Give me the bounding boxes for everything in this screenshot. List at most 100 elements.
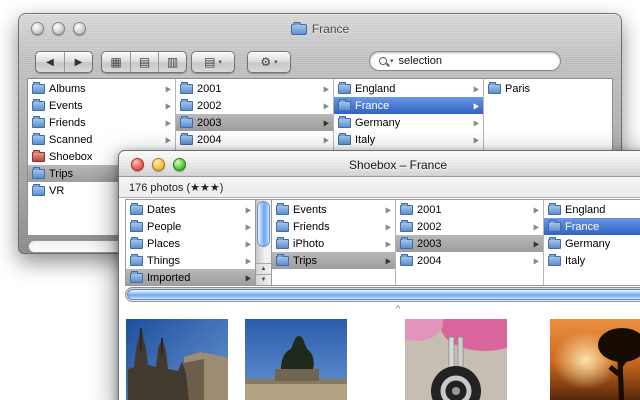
column-item-2001[interactable]: 2001 ▶ xyxy=(396,201,543,218)
column-item-events[interactable]: Events ▶ xyxy=(272,201,395,218)
folder-icon xyxy=(548,253,561,266)
finder-titlebar[interactable]: France xyxy=(19,14,621,44)
scroll-down-button[interactable]: ▼ xyxy=(256,274,271,285)
photo-thumbnail-statue[interactable] xyxy=(245,319,347,400)
column-item-dates[interactable]: Dates ▶ xyxy=(126,201,255,218)
minimize-button[interactable] xyxy=(152,158,165,171)
search-menu-arrow-icon[interactable]: ▾ xyxy=(390,57,394,65)
vertical-scrollbar[interactable]: ▲ ▼ xyxy=(255,200,272,285)
item-label: Friends xyxy=(293,220,330,233)
item-label: Dates xyxy=(147,203,176,216)
photo-count-text: 176 photos (★★★) xyxy=(129,181,224,194)
folder-icon xyxy=(32,183,45,196)
folder-icon xyxy=(180,81,193,94)
column-item-albums[interactable]: Albums ▶ xyxy=(28,80,175,97)
column-item-scanned[interactable]: Scanned ▶ xyxy=(28,131,175,148)
view-options-button[interactable]: ▤ ▾ xyxy=(192,52,234,72)
minimize-button[interactable] xyxy=(52,22,65,35)
column-item-italy[interactable]: Italy▶ xyxy=(334,131,483,148)
column-item-events[interactable]: Events ▶ xyxy=(28,97,175,114)
splitter-caret-icon: ^ xyxy=(395,305,401,314)
shoebox-titlebar[interactable]: Shoebox – France xyxy=(119,151,640,177)
disclosure-arrow-icon: ▶ xyxy=(165,119,171,128)
disclosure-arrow-icon: ▶ xyxy=(323,119,329,128)
folder-icon xyxy=(548,202,561,215)
back-button[interactable]: ◀ xyxy=(36,52,64,72)
pane-splitter[interactable]: ^ xyxy=(119,303,640,317)
column-view-button[interactable]: ▥ xyxy=(158,52,186,72)
browser-column-4: England▶France▶Germany▶Italy▶ xyxy=(544,200,640,285)
scrollbar-buttons: ▲ ▼ xyxy=(256,263,271,285)
disclosure-arrow-icon: ▶ xyxy=(533,257,539,266)
action-menu-button[interactable]: ⚙ ▾ xyxy=(248,52,290,72)
column-item-2003[interactable]: 2003 ▶ xyxy=(176,114,333,131)
column-item-2001[interactable]: 2001 ▶ xyxy=(176,80,333,97)
column-item-imported[interactable]: Imported ▶ xyxy=(126,269,255,285)
column-item-trips[interactable]: Trips ▶ xyxy=(272,252,395,269)
item-label: iPhoto xyxy=(293,237,325,250)
item-label: 2002 xyxy=(197,99,222,112)
close-button[interactable] xyxy=(131,158,144,171)
column-item-2003[interactable]: 2003 ▶ xyxy=(396,235,543,252)
statue-image xyxy=(245,319,347,400)
column-item-england[interactable]: England▶ xyxy=(334,80,483,97)
zoom-button[interactable] xyxy=(173,158,186,171)
search-input[interactable] xyxy=(398,55,529,67)
folder-icon xyxy=(32,81,45,94)
gear-icon: ⚙ xyxy=(260,55,272,69)
column-item-paris[interactable]: Paris xyxy=(484,80,612,97)
list-view-icon: ▤ xyxy=(138,55,151,69)
folder-icon xyxy=(290,21,307,35)
disclosure-arrow-icon: ▶ xyxy=(385,257,391,266)
column-item-germany[interactable]: Germany▶ xyxy=(334,114,483,131)
scrollbar-thumb[interactable] xyxy=(257,201,270,247)
disclosure-arrow-icon: ▶ xyxy=(245,206,251,215)
item-label: 2003 xyxy=(417,237,442,250)
item-label: Scanned xyxy=(49,133,93,146)
folder-icon xyxy=(180,115,193,128)
column-item-2004[interactable]: 2004 ▶ xyxy=(396,252,543,269)
folder-icon xyxy=(130,253,143,266)
scrollbar-thumb[interactable] xyxy=(127,289,640,300)
folder-icon xyxy=(276,219,289,232)
column-item-2002[interactable]: 2002 ▶ xyxy=(176,97,333,114)
disclosure-arrow-icon: ▶ xyxy=(385,206,391,215)
column-item-germany[interactable]: Germany▶ xyxy=(544,235,640,252)
browser-column-3: 2001 ▶ 2002 ▶ 2003 ▶ 2004 ▶ xyxy=(396,200,544,285)
horizontal-scrollbar[interactable] xyxy=(125,287,640,302)
folder-icon xyxy=(276,253,289,266)
column-item-italy[interactable]: Italy▶ xyxy=(544,252,640,269)
folder-icon xyxy=(130,202,143,215)
item-label: 2003 xyxy=(197,116,222,129)
column-item-2002[interactable]: 2002 ▶ xyxy=(396,218,543,235)
close-button[interactable] xyxy=(31,22,44,35)
column-item-friends[interactable]: Friends ▶ xyxy=(272,218,395,235)
photo-thumbnail-motorcycle-wheel[interactable] xyxy=(405,319,507,400)
disclosure-arrow-icon: ▶ xyxy=(245,274,251,283)
column-item-people[interactable]: People ▶ xyxy=(126,218,255,235)
column-item-iphoto[interactable]: iPhoto ▶ xyxy=(272,235,395,252)
column-item-england[interactable]: England▶ xyxy=(544,201,640,218)
folder-icon xyxy=(548,236,561,249)
item-label: England xyxy=(355,82,396,95)
list-view-button[interactable]: ▤ xyxy=(130,52,158,72)
back-forward-control: ◀ ▶ xyxy=(35,51,93,73)
window-title: Shoebox – France xyxy=(348,157,448,172)
view-options-control: ▤ ▾ xyxy=(191,51,235,73)
photo-thumbnail-cathedral[interactable] xyxy=(126,319,228,400)
column-item-things[interactable]: Things ▶ xyxy=(126,252,255,269)
dropdown-arrow-icon: ▾ xyxy=(274,59,278,66)
column-item-friends[interactable]: Friends ▶ xyxy=(28,114,175,131)
photo-thumbnail-sunset-tree[interactable] xyxy=(550,319,640,400)
icon-view-button[interactable]: ▦ xyxy=(102,52,130,72)
column-item-france[interactable]: France▶ xyxy=(544,218,640,235)
zoom-button[interactable] xyxy=(73,22,86,35)
search-field[interactable]: ▾ xyxy=(369,51,561,71)
disclosure-arrow-icon: ▶ xyxy=(473,136,479,145)
forward-button[interactable]: ▶ xyxy=(64,52,92,72)
scroll-up-button[interactable]: ▲ xyxy=(256,263,271,274)
browser-column-1: Dates ▶ People ▶ Places ▶ Things ▶ Imported ▶ xyxy=(126,200,256,285)
column-item-france[interactable]: France▶ xyxy=(334,97,483,114)
column-item-2004[interactable]: 2004 ▶ xyxy=(176,131,333,148)
column-item-places[interactable]: Places ▶ xyxy=(126,235,255,252)
